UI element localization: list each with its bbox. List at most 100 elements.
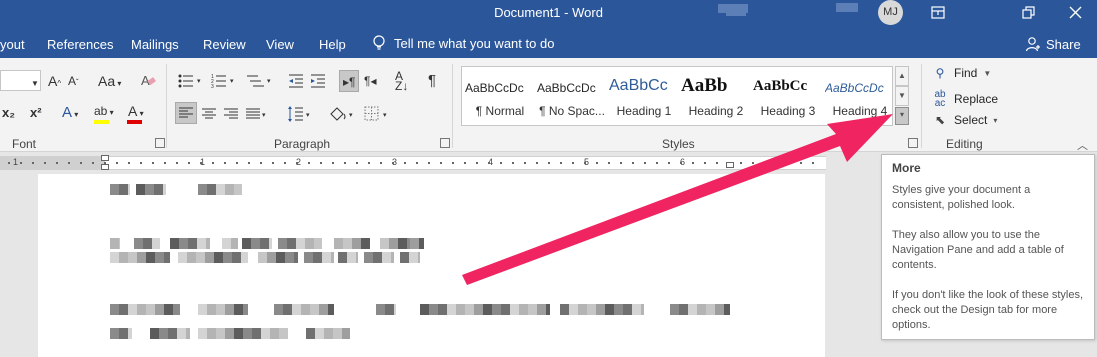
show-formatting-icon[interactable]: ¶ (428, 73, 436, 89)
ruler-tick (80, 162, 82, 164)
redacted-block (119, 252, 128, 263)
first-line-indent-marker[interactable] (101, 155, 109, 161)
redacted-block (670, 304, 679, 315)
numbering-icon[interactable]: 123 ▾ (211, 73, 237, 89)
collapse-ribbon-icon[interactable]: ︿ (1077, 138, 1088, 154)
tooltip-paragraph: If you don't like the look of these styl… (892, 289, 1084, 331)
tab-mailings[interactable]: Mailings (131, 37, 179, 52)
align-left-button[interactable] (175, 102, 197, 124)
select-label: Select (954, 113, 988, 127)
ruler-tick (212, 162, 214, 164)
style-normal[interactable]: AaBbCcDc ¶ Normal (462, 67, 534, 125)
change-case-icon[interactable]: Aa ▾ (98, 73, 121, 92)
tab-layout[interactable]: yout (0, 37, 25, 52)
ruler-tick (8, 162, 10, 164)
style-name: ¶ Normal (475, 104, 525, 118)
redacted-block (419, 238, 424, 249)
redacted-block (315, 328, 324, 339)
ruler-tick (284, 162, 286, 164)
clear-formatting-icon[interactable]: A (140, 72, 156, 88)
style-heading-1[interactable]: AaBbCc Heading 1 (606, 67, 678, 125)
bullets-icon[interactable]: ▾ (178, 73, 204, 89)
redacted-block (198, 328, 207, 339)
redacted-block (364, 252, 373, 263)
style-no-spacing[interactable]: AaBbCcDc ¶ No Spac... (534, 67, 606, 125)
tab-references[interactable]: References (47, 37, 113, 52)
ruler-tick (452, 162, 454, 164)
shading-icon[interactable]: ▾ (328, 105, 356, 123)
borders-icon[interactable]: ▾ (363, 105, 391, 123)
redacted-block (285, 252, 294, 263)
superscript-icon[interactable]: x² (30, 105, 42, 121)
ltr-button[interactable]: ▸¶ (339, 70, 359, 92)
redacted-block (269, 238, 272, 249)
document-page[interactable] (38, 174, 825, 357)
highlight-icon[interactable]: ab ▾ (94, 103, 114, 121)
style-heading-3[interactable]: AaBbCc Heading 3 (750, 67, 822, 125)
select-button[interactable]: ⬉ Select ▾ (932, 113, 997, 127)
decrease-indent-icon[interactable] (288, 73, 304, 89)
text-effects-icon[interactable]: A ▾ (62, 105, 78, 123)
redacted-block (324, 328, 333, 339)
gallery-scroll-down[interactable]: ▼ (895, 86, 909, 106)
style-preview: AaBbCcDc (537, 81, 596, 95)
redacted-block (313, 252, 322, 263)
ruler-tick (92, 162, 94, 164)
font-size-box[interactable]: ▼ (0, 70, 41, 91)
horizontal-ruler[interactable]: 1 1 2 3 4 5 6 (0, 155, 826, 170)
share-button[interactable]: Share (1025, 36, 1081, 52)
divider (166, 64, 167, 148)
tell-me-search[interactable]: Tell me what you want to do (372, 35, 554, 51)
redacted-block (137, 304, 146, 315)
right-to-left-icon[interactable]: ¶◂ (364, 73, 376, 89)
subscript-icon[interactable]: x₂ (2, 105, 15, 121)
redacted-block (252, 328, 261, 339)
tab-review[interactable]: Review (203, 37, 246, 52)
redacted-block (137, 252, 146, 263)
redacted-block (119, 184, 128, 195)
align-center-icon[interactable] (202, 107, 216, 121)
find-button[interactable]: ⚲ Find ▼ (932, 66, 992, 80)
sort-icon[interactable]: A Z↓ (395, 70, 408, 92)
increase-indent-icon[interactable] (310, 73, 326, 89)
ruler-tick (512, 162, 514, 164)
right-indent-marker[interactable] (726, 162, 734, 168)
align-right-icon[interactable] (224, 107, 238, 121)
left-indent-marker[interactable] (101, 164, 109, 170)
replace-button[interactable]: ab ac Replace (932, 90, 998, 109)
tab-help[interactable]: Help (319, 37, 346, 52)
font-dialog-launcher-icon[interactable] (155, 138, 165, 148)
gallery-scroll-up[interactable]: ▲ (895, 66, 909, 86)
close-icon[interactable] (1066, 3, 1086, 23)
redacted-block (128, 184, 130, 195)
redacted-block (188, 238, 197, 249)
tab-view[interactable]: View (266, 37, 294, 52)
redacted-block (310, 304, 319, 315)
styles-dialog-launcher-icon[interactable] (908, 138, 918, 148)
style-heading-4[interactable]: AaBbCcDc Heading 4 (822, 67, 894, 125)
redacted-block (456, 304, 465, 315)
avatar[interactable]: MJ (878, 0, 903, 25)
multilevel-list-icon[interactable]: ▾ (246, 73, 274, 89)
line-spacing-icon[interactable]: ▾ (287, 105, 313, 123)
shrink-font-icon[interactable]: Aˇ (68, 73, 79, 91)
redacted-block (438, 304, 447, 315)
paragraph-dialog-launcher-icon[interactable] (440, 138, 450, 148)
style-heading-2[interactable]: AaBb Heading 2 (678, 67, 750, 125)
style-preview: AaBbCc (753, 78, 808, 94)
redacted-block (177, 328, 186, 339)
grow-font-icon[interactable]: A^ (48, 73, 61, 92)
ribbon: ▼ A^ Aˇ Aa ▾ A x₂ x² A ▾ ab ▾ A ▾ Font ▾… (0, 58, 1097, 152)
ribbon-display-icon[interactable] (928, 3, 948, 23)
style-preview: AaBbCcDc (825, 81, 884, 95)
redacted-block (605, 304, 614, 315)
align-left-icon (179, 107, 193, 118)
redacted-block (222, 238, 231, 249)
ruler-tick (200, 162, 202, 164)
ruler-tick (128, 162, 130, 164)
justify-icon[interactable]: ▾ (246, 107, 268, 121)
ruler-tick (704, 162, 706, 164)
redacted-block (447, 304, 456, 315)
styles-more-button[interactable]: ▾ (895, 107, 909, 125)
restore-icon[interactable] (1018, 3, 1038, 23)
